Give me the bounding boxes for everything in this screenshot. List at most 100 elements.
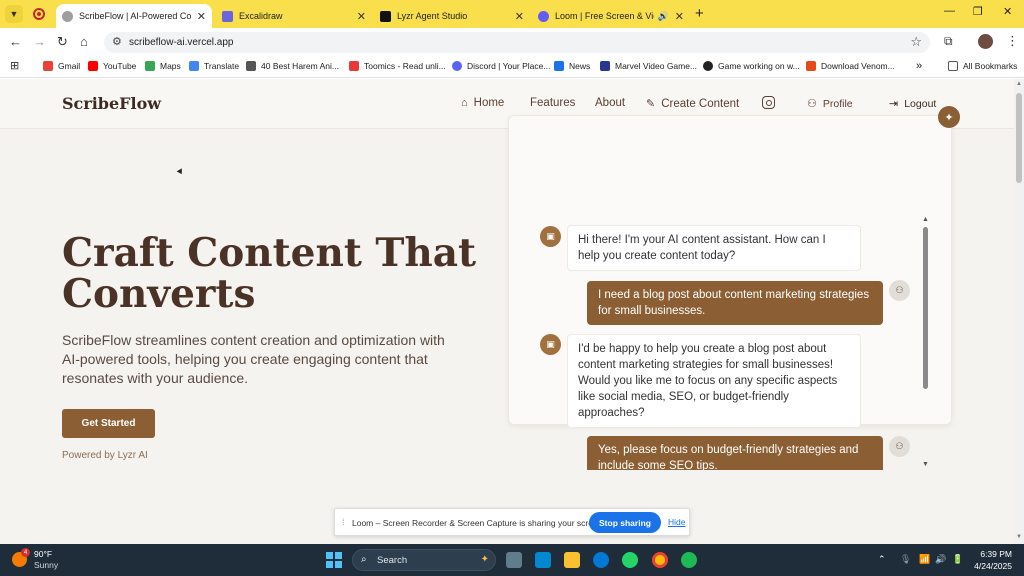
powered-by-text: Powered by Lyzr AI (62, 450, 148, 461)
bookmark-marvel[interactable]: Marvel Video Game... (600, 61, 697, 71)
page-scrollbar-thumb[interactable] (1016, 93, 1022, 183)
nav-logout[interactable]: ⇥ Logout (889, 97, 936, 111)
volume-icon[interactable]: 🔊 (935, 554, 946, 565)
scroll-down-icon[interactable]: ▼ (1016, 534, 1022, 540)
more-bookmarks-icon[interactable]: » (916, 60, 922, 72)
url-text: scribeflow-ai.vercel.app (129, 37, 234, 48)
new-tab-button[interactable]: + (695, 5, 704, 22)
drag-handle-icon[interactable]: ⁞ (342, 517, 345, 527)
bookmark-label: 40 Best Harem Ani... (261, 61, 339, 71)
tab-lyzr[interactable]: Lyzr Agent Studio ✕ (374, 4, 530, 28)
tab-title: Lyzr Agent Studio (397, 11, 468, 21)
hero-description: ScribeFlow streamlines content creation … (62, 332, 445, 386)
browser-tab-strip: ▼ ScribeFlow | AI-Powered Content ✕ Exca… (0, 0, 1024, 28)
scroll-up-icon[interactable]: ▲ (1016, 81, 1022, 87)
instagram-icon[interactable] (762, 96, 775, 109)
bookmark-gmail[interactable]: Gmail (43, 61, 80, 71)
clock-time[interactable]: 6:39 PM (970, 549, 1012, 559)
nav-home[interactable]: ⌂ Home (461, 97, 504, 109)
forward-icon[interactable]: → (33, 34, 46, 49)
nav-create-content[interactable]: ✎ Create Content (646, 97, 739, 111)
chat-message-user: Yes, please focus on budget-friendly str… (587, 436, 883, 470)
task-view-icon[interactable] (506, 552, 522, 568)
close-tab-icon[interactable]: ✕ (197, 10, 206, 23)
bookmark-venom[interactable]: Download Venom... (806, 61, 895, 71)
lyzr-icon (380, 10, 391, 22)
store-icon[interactable] (535, 552, 551, 568)
discord-icon (452, 61, 462, 71)
close-tab-icon[interactable]: ✕ (357, 10, 366, 23)
apps-grid-icon[interactable]: ⊞ (10, 59, 19, 72)
speaker-icon[interactable]: 🔊 (658, 11, 669, 22)
whatsapp-icon[interactable] (622, 552, 638, 568)
extensions-icon[interactable]: ⧉ (944, 34, 953, 49)
chat-scrollbar-thumb[interactable] (923, 227, 928, 389)
reload-icon[interactable]: ↻ (57, 34, 68, 50)
site-logo[interactable]: ScribeFlow (62, 94, 161, 113)
bookmark-youtube[interactable]: YouTube (88, 61, 136, 71)
nav-profile[interactable]: ⚇ Profile (807, 97, 853, 111)
taskbar-search[interactable]: ⌕ Search ✦ (352, 549, 496, 571)
chrome-icon[interactable] (652, 552, 668, 568)
all-bookmarks[interactable]: All Bookmarks (948, 61, 1017, 71)
address-bar[interactable]: ⚙ scribeflow-ai.vercel.app ☆ (104, 32, 930, 53)
spotify-icon[interactable] (681, 552, 697, 568)
back-icon[interactable]: ← (9, 34, 22, 49)
home-icon[interactable]: ⌂ (80, 34, 88, 49)
stop-sharing-button[interactable]: Stop sharing (589, 512, 661, 533)
bot-avatar-icon: ▣ (540, 226, 561, 247)
recording-indicator-icon (33, 8, 45, 20)
bookmark-news[interactable]: News (554, 61, 590, 71)
nav-about[interactable]: About (595, 97, 625, 109)
tab-scribeflow[interactable]: ScribeFlow | AI-Powered Content ✕ (56, 4, 212, 28)
maps-icon (145, 61, 155, 71)
weather-temp[interactable]: 90°F (34, 549, 52, 559)
browser-menu-icon[interactable]: ⋮ (1006, 33, 1019, 49)
page-scrollbar[interactable]: ▲ ▼ (1014, 79, 1024, 544)
tab-loom[interactable]: Loom | Free Screen & Video 🔊 ✕ (532, 4, 690, 28)
close-tab-icon[interactable]: ✕ (675, 10, 684, 23)
chat-scroll-down-icon[interactable]: ▼ (922, 461, 929, 468)
minimize-button[interactable]: — (944, 5, 955, 17)
user-icon: ⚇ (807, 98, 817, 110)
bookmark-maps[interactable]: Maps (145, 61, 181, 71)
nav-label: Features (530, 97, 576, 109)
profile-avatar[interactable] (978, 34, 993, 49)
tray-chevron-icon[interactable]: ⌃ (878, 554, 886, 565)
chat-scroll-up-icon[interactable]: ▲ (922, 216, 929, 223)
restore-button[interactable]: ❐ (973, 5, 983, 18)
bookmark-label: Marvel Video Game... (615, 61, 698, 71)
bookmark-label: Download Venom... (821, 61, 895, 71)
weather-condition[interactable]: Sunny (34, 560, 58, 570)
bookmark-toomics[interactable]: Toomics - Read unli... (349, 61, 446, 71)
bookmark-game[interactable]: Game working on w... (703, 61, 800, 71)
bookmark-label: Toomics - Read unli... (364, 61, 446, 71)
chat-message-clip: Yes, please focus on budget-friendly str… (587, 436, 883, 470)
get-started-button[interactable]: Get Started (62, 409, 155, 438)
site-info-icon[interactable]: ⚙ (112, 35, 122, 48)
hide-link[interactable]: Hide (668, 517, 685, 527)
chat-message-bot: I'd be happy to help you create a blog p… (567, 334, 861, 428)
bookmark-label: YouTube (103, 61, 137, 71)
microphone-icon[interactable]: 🎙 (900, 554, 911, 565)
tab-search-menu-icon[interactable]: ▼ (5, 5, 23, 23)
tab-title: Loom | Free Screen & Video (555, 11, 654, 21)
tab-excalidraw[interactable]: Excalidraw ✕ (216, 4, 372, 28)
file-explorer-icon[interactable] (564, 552, 580, 568)
marvel-icon (600, 61, 610, 71)
bot-avatar-icon: ▣ (540, 334, 561, 355)
nav-features[interactable]: Features (530, 97, 575, 109)
sparkle-icon[interactable]: ✦ (938, 106, 960, 128)
bookmark-harem-anime[interactable]: 40 Best Harem Ani... (246, 61, 339, 71)
close-tab-icon[interactable]: ✕ (515, 10, 524, 23)
windows-start-icon[interactable] (326, 552, 342, 568)
bookmark-star-icon[interactable]: ☆ (910, 34, 922, 50)
bookmark-discord[interactable]: Discord | Your Place... (452, 61, 550, 71)
nav-label: Home (473, 97, 505, 109)
bookmark-translate[interactable]: Translate (189, 61, 239, 71)
wifi-icon[interactable]: 📶 (919, 554, 930, 565)
close-window-button[interactable]: ✕ (1003, 5, 1012, 18)
edge-icon[interactable] (593, 552, 609, 568)
gmail-icon (43, 61, 53, 71)
clock-date[interactable]: 4/24/2025 (962, 561, 1012, 571)
